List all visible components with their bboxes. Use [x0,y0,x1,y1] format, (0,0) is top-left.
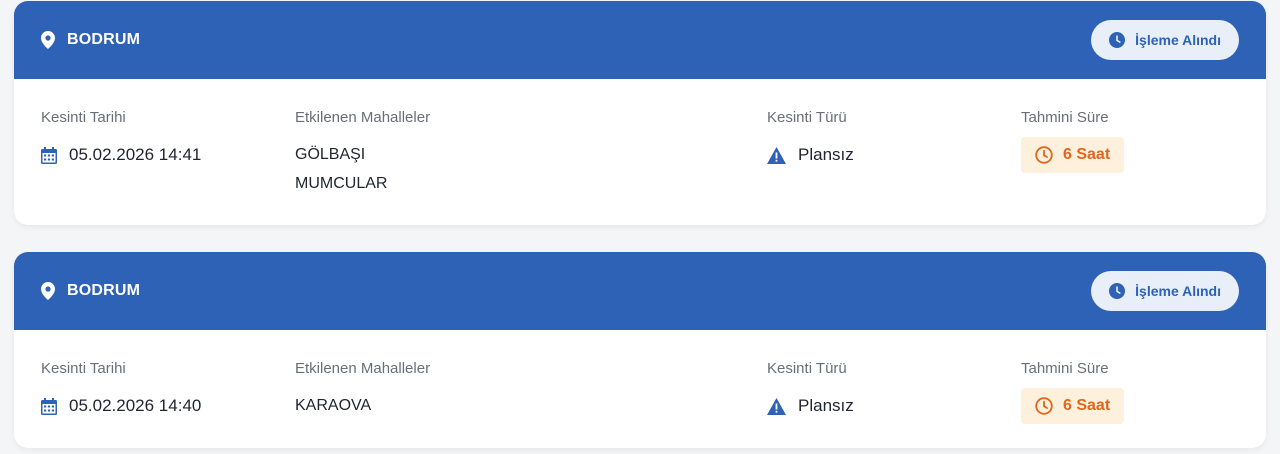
outage-date-field: Kesinti Tarihi 05.02.2026 14:41 [41,109,201,165]
calendar-icon [41,146,57,164]
neighborhood-item: MUMCULAR [295,175,388,192]
warning-triangle-icon [767,397,786,415]
outage-card: BODRUM İşleme Alındı Kesinti Tarihi 05.0… [14,252,1266,448]
clock-icon [1109,283,1126,299]
outage-date-value: 05.02.2026 14:40 [69,396,202,415]
duration-badge: 6 Saat [1021,388,1125,424]
outage-type-value: Plansız [798,396,854,415]
outage-card: BODRUM İşleme Alındı Kesinti Tarihi 05.0… [14,1,1266,225]
neighborhood-item: KARAOVA [295,397,372,414]
duration-field: Tahmini Süre 6 Saat [1021,109,1125,173]
duration-label: Tahmini Süre [1021,360,1109,377]
outage-date-value: 05.02.2026 14:41 [69,145,202,164]
duration-label: Tahmini Süre [1021,109,1109,126]
outage-type-field: Kesinti Türü Plansız [767,360,854,416]
location: BODRUM [41,252,140,330]
status-badge[interactable]: İşleme Alındı [1091,20,1239,60]
neighborhoods-list: KARAOVA [295,396,430,416]
status-label: İşleme Alındı [1135,32,1221,48]
neighborhoods-field: Etkilenen Mahalleler KARAOVA [295,360,430,425]
outage-date-label: Kesinti Tarihi [41,109,126,126]
location-label: BODRUM [67,282,141,299]
location: BODRUM [41,1,140,79]
neighborhoods-list: GÖLBAŞI MUMCULAR [295,145,430,194]
outage-date-field: Kesinti Tarihi 05.02.2026 14:40 [41,360,201,416]
neighborhoods-field: Etkilenen Mahalleler GÖLBAŞI MUMCULAR [295,109,430,203]
card-body: Kesinti Tarihi 05.02.2026 14:41 Etkilene… [14,79,1266,225]
outage-date-label: Kesinti Tarihi [41,360,126,377]
neighborhood-item: GÖLBAŞI [295,146,366,163]
status-label: İşleme Alındı [1135,283,1221,299]
outage-date-value-row: 05.02.2026 14:41 [41,145,201,165]
duration-value: 6 Saat [1063,146,1111,163]
outage-type-label: Kesinti Türü [767,360,847,377]
map-pin-icon [41,31,55,49]
card-body: Kesinti Tarihi 05.02.2026 14:40 Etkilene… [14,330,1266,448]
outage-type-field: Kesinti Türü Plansız [767,109,854,165]
neighborhoods-label: Etkilenen Mahalleler [295,360,431,377]
duration-badge: 6 Saat [1021,137,1125,173]
duration-value: 6 Saat [1063,397,1111,414]
neighborhoods-label: Etkilenen Mahalleler [295,109,431,126]
calendar-icon [41,397,57,415]
outage-type-value-row: Plansız [767,145,854,165]
card-header: BODRUM İşleme Alındı [14,1,1266,79]
outage-type-value: Plansız [798,145,854,164]
outage-type-value-row: Plansız [767,396,854,416]
outage-date-value-row: 05.02.2026 14:40 [41,396,201,416]
card-header: BODRUM İşleme Alındı [14,252,1266,330]
warning-triangle-icon [767,146,786,164]
clock-outline-icon [1035,397,1053,415]
map-pin-icon [41,282,55,300]
location-label: BODRUM [67,31,141,48]
status-badge[interactable]: İşleme Alındı [1091,271,1239,311]
clock-icon [1109,32,1126,48]
outage-type-label: Kesinti Türü [767,109,847,126]
clock-outline-icon [1035,146,1053,164]
duration-field: Tahmini Süre 6 Saat [1021,360,1125,424]
